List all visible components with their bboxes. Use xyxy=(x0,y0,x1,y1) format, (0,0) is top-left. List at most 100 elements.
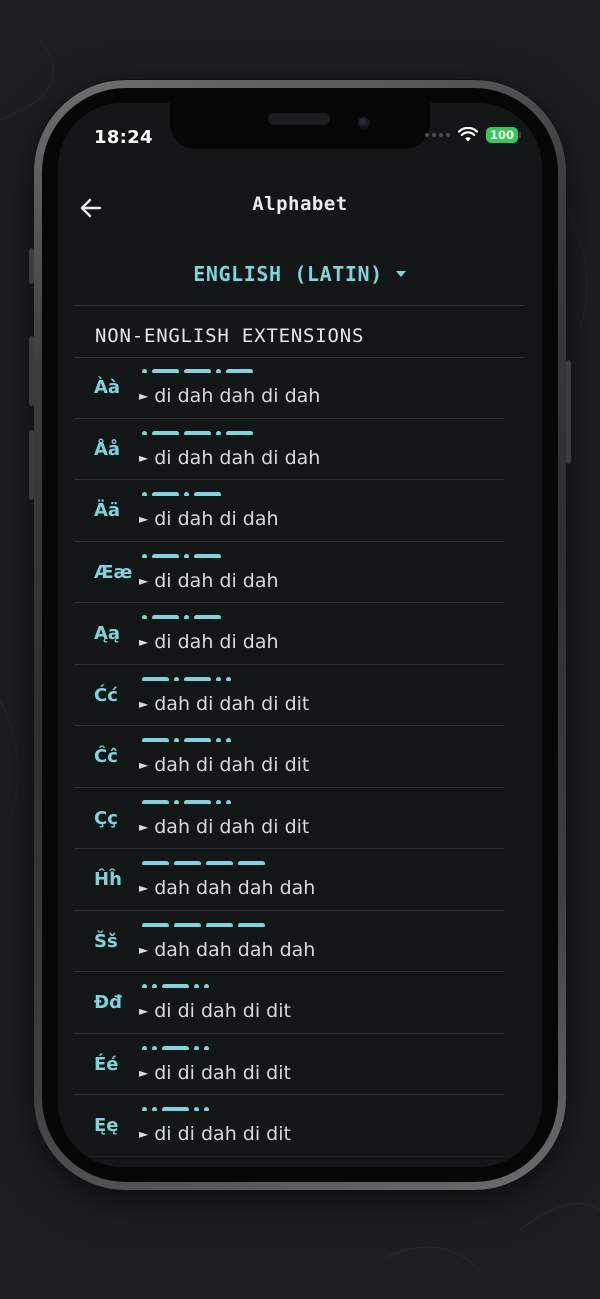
phonetic-text: di dah di dah xyxy=(154,569,279,592)
letter-row[interactable]: Ĉĉ ► dah di dah di dit xyxy=(74,726,504,788)
letter-row[interactable]: Àà ► di dah dah di dah xyxy=(74,357,504,419)
morse-code-graphic xyxy=(142,922,265,927)
morse-dash xyxy=(142,738,169,742)
letter-row[interactable]: Çç ► dah di dah di dit xyxy=(74,788,504,849)
notch xyxy=(170,103,430,149)
morse-dot xyxy=(152,984,157,988)
language-dropdown[interactable]: ENGLISH (LATIN) xyxy=(58,262,542,286)
phonetic-text: di di dah di dit xyxy=(154,1123,291,1145)
morse-dash xyxy=(162,1107,189,1111)
morse-dash xyxy=(194,615,221,619)
morse-code-graphic xyxy=(142,615,221,619)
phonetic-label: ► di dah dah di dah xyxy=(139,447,320,469)
phonetic-label: ► di di dah di dit xyxy=(139,1123,291,1145)
phonetic-text: dah di dah di dit xyxy=(154,692,310,715)
morse-dash xyxy=(142,922,169,927)
morse-code-graphic xyxy=(142,430,253,435)
status-indicators: 100 xyxy=(424,127,522,143)
letter-row[interactable]: Šš ► dah dah dah dah xyxy=(74,911,504,972)
morse-dash xyxy=(142,676,169,681)
letter-glyph: Šš xyxy=(94,930,118,952)
status-time: 18:24 xyxy=(94,127,153,148)
morse-code-graphic xyxy=(142,553,221,558)
earpiece-speaker xyxy=(268,113,330,125)
letter-row[interactable]: Ææ ► di dah di dah xyxy=(74,542,504,603)
morse-dash xyxy=(184,799,211,804)
wifi-icon xyxy=(457,127,478,142)
letter-row[interactable]: Ĥĥ ► dah dah dah dah xyxy=(74,849,504,911)
morse-dash xyxy=(152,369,179,373)
morse-code-graphic xyxy=(142,369,253,373)
morse-dot xyxy=(216,369,221,373)
caret-down-icon xyxy=(395,271,406,277)
letter-glyph: Ĉĉ xyxy=(94,746,118,767)
phonetic-text: dah di dah di dit xyxy=(154,815,310,838)
play-icon: ► xyxy=(139,1127,149,1141)
morse-dash xyxy=(162,1045,189,1050)
morse-code-graphic xyxy=(142,984,209,988)
morse-code-graphic xyxy=(142,861,265,865)
morse-dot xyxy=(204,1107,209,1111)
letter-row[interactable]: Éé ► di di dah di dit xyxy=(74,1034,504,1095)
phonetic-label: ► dah di dah di dit xyxy=(139,816,309,838)
phonetic-label: ► di dah dah di dah xyxy=(139,385,320,407)
play-icon: ► xyxy=(139,573,149,588)
phonetic-label: ► dah di dah di dit xyxy=(139,693,309,715)
morse-dash xyxy=(206,922,233,927)
morse-code-graphic xyxy=(142,676,231,681)
morse-dot xyxy=(142,430,147,435)
phonetic-text: di dah di dah xyxy=(154,508,279,530)
bottom-fade xyxy=(58,1147,542,1167)
letter-row[interactable]: Đđ ► di di dah di dit xyxy=(74,972,504,1034)
letter-row[interactable]: Ää ► di dah di dah xyxy=(74,480,504,542)
letter-row[interactable]: Åå ► di dah dah di dah xyxy=(74,419,504,480)
app-screen: 18:24 100 Alphabet ENGLISH (LATIN) NON-E… xyxy=(58,103,542,1167)
letter-glyph: Àà xyxy=(94,377,121,398)
morse-dot xyxy=(184,553,189,558)
morse-dot xyxy=(216,676,221,681)
letter-row[interactable]: Ćć ► dah di dah di dit xyxy=(74,665,504,726)
mute-switch xyxy=(29,248,34,284)
morse-dot xyxy=(226,799,231,804)
morse-dot xyxy=(142,615,147,619)
letter-glyph: Ææ xyxy=(94,561,133,583)
morse-code-graphic xyxy=(142,1045,209,1050)
play-icon: ► xyxy=(139,450,149,465)
morse-dot xyxy=(216,738,221,742)
page-title: Alphabet xyxy=(252,193,348,215)
phonetic-text: di di dah di dit xyxy=(154,1061,291,1084)
morse-dash xyxy=(238,861,265,865)
phonetic-text: di dah di dah xyxy=(154,631,279,653)
phonetic-label: ► dah dah dah dah xyxy=(139,877,315,899)
morse-dot xyxy=(184,492,189,496)
morse-dot xyxy=(142,553,147,558)
morse-dash xyxy=(194,553,221,558)
divider xyxy=(74,305,524,306)
morse-dot xyxy=(174,799,179,804)
play-icon: ► xyxy=(139,881,149,895)
letter-list: Àà ► di dah dah di dah Åå ► di dah dah di dah… xyxy=(58,357,542,1157)
letter-glyph: Ää xyxy=(94,500,121,521)
morse-dash xyxy=(206,861,233,865)
volume-up-button xyxy=(29,336,34,406)
phonetic-text: di dah dah di dah xyxy=(154,446,321,469)
play-icon: ► xyxy=(139,819,149,834)
letter-glyph: Đđ xyxy=(94,992,122,1013)
phonetic-text: dah di dah di dit xyxy=(154,754,310,776)
letter-row[interactable]: Ąą ► di dah di dah xyxy=(74,603,504,665)
letter-glyph: Ĥĥ xyxy=(94,869,122,890)
morse-dot xyxy=(184,615,189,619)
morse-dash xyxy=(142,799,169,804)
morse-code-graphic xyxy=(142,492,221,496)
play-icon: ► xyxy=(139,696,149,711)
morse-dash xyxy=(174,922,201,927)
morse-dash xyxy=(152,553,179,558)
language-label: ENGLISH (LATIN) xyxy=(193,262,383,286)
play-icon: ► xyxy=(139,512,149,526)
morse-dot xyxy=(204,1045,209,1050)
morse-dot xyxy=(142,492,147,496)
app-header: Alphabet xyxy=(58,187,542,227)
phonetic-text: dah dah dah dah xyxy=(154,938,316,961)
power-button xyxy=(566,360,571,464)
morse-dash xyxy=(226,369,253,373)
